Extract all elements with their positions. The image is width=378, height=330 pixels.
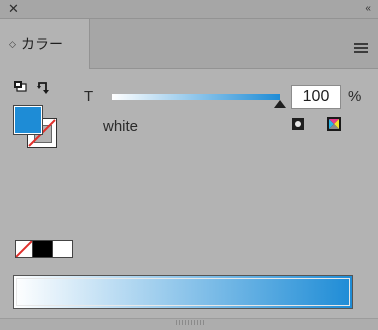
fill-swatch[interactable] [13, 105, 43, 135]
tab-color[interactable]: ◇ カラー [0, 19, 90, 69]
black-swatch[interactable] [33, 240, 53, 258]
color-name: white [103, 118, 139, 135]
tint-value-input[interactable]: 100 [291, 85, 341, 109]
tab-options-icon[interactable]: ◇ [9, 40, 16, 49]
color-ramp[interactable] [13, 275, 353, 309]
resize-grip[interactable] [176, 320, 206, 325]
panel-menu-icon[interactable] [354, 43, 368, 53]
tint-slider-thumb[interactable] [274, 100, 286, 108]
tab-label: カラー [21, 36, 63, 52]
collapse-icon[interactable]: ‹‹ [365, 2, 371, 16]
none-swatch[interactable] [15, 240, 33, 258]
cmyk-mode-icon[interactable] [327, 117, 341, 131]
tint-unit: % [348, 88, 362, 105]
grayscale-mode-icon[interactable] [292, 118, 304, 130]
color-panel: ✕ ‹‹ ◇ カラー T 100 % white [0, 0, 378, 330]
tint-label: T [84, 88, 94, 105]
none-slash-icon [16, 241, 32, 257]
close-icon[interactable]: ✕ [8, 1, 19, 17]
default-fill-stroke-icon[interactable] [13, 80, 27, 92]
tint-slider[interactable] [112, 94, 280, 100]
swap-fill-stroke-icon[interactable] [37, 81, 51, 95]
tab-strip: ◇ カラー [0, 19, 378, 69]
white-swatch[interactable] [53, 240, 73, 258]
panel-title-bar: ✕ ‹‹ [0, 0, 378, 19]
